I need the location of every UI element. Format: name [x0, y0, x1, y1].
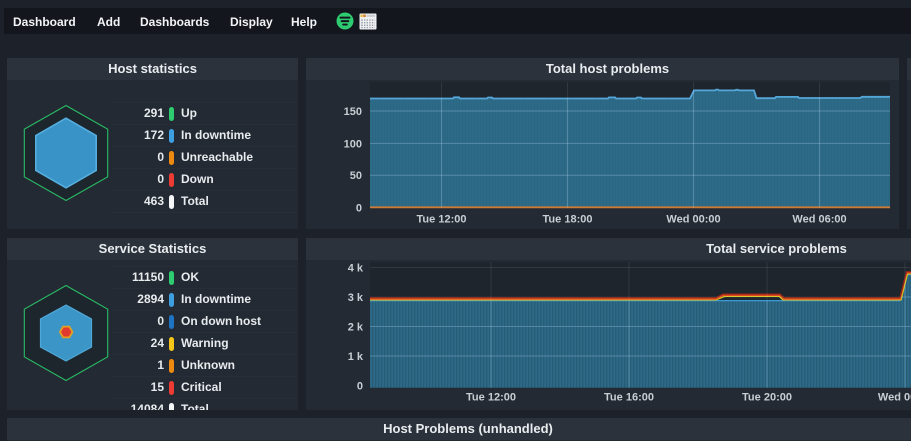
svg-text:1 k: 1 k: [348, 351, 364, 363]
svg-text:Tue 18:00: Tue 18:00: [543, 214, 593, 226]
svg-text:Tue 12:00: Tue 12:00: [466, 391, 516, 403]
svg-text:Tue 16:00: Tue 16:00: [604, 391, 654, 403]
svg-text:150: 150: [344, 106, 362, 118]
svg-text:Tue 12:00: Tue 12:00: [417, 214, 467, 226]
svg-text:Wed 06:00: Wed 06:00: [792, 214, 846, 226]
svg-text:4 k: 4 k: [348, 263, 364, 275]
svg-text:100: 100: [344, 138, 362, 150]
svg-text:3 k: 3 k: [348, 292, 364, 304]
svg-text:50: 50: [350, 170, 362, 182]
svg-text:0: 0: [356, 202, 362, 214]
svg-text:Tue 20:00: Tue 20:00: [742, 391, 792, 403]
svg-text:2 k: 2 k: [348, 322, 364, 334]
svg-text:Wed 00:00: Wed 00:00: [878, 391, 911, 403]
svg-text:Wed 00:00: Wed 00:00: [666, 214, 720, 226]
svg-text:0: 0: [357, 381, 363, 393]
